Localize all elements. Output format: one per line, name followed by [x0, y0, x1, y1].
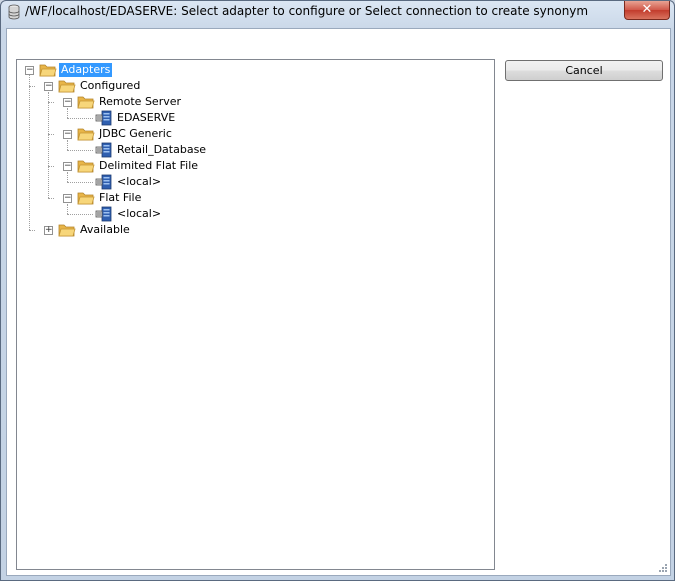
tree-node-label: Flat File — [99, 191, 142, 204]
adapter-tree[interactable]: − Adapters − Configured − Remote Server … — [16, 59, 495, 570]
dialog-window: /WF/localhost/EDASERVE: Select adapter t… — [0, 0, 675, 581]
server-connection-icon — [95, 206, 113, 222]
tree-node-label: Delimited Flat File — [99, 159, 199, 172]
collapse-icon[interactable]: − — [63, 162, 72, 171]
tree-node-label: Configured — [80, 79, 141, 92]
tree-node-configured[interactable]: − Configured — [17, 78, 217, 94]
collapse-icon[interactable]: − — [25, 66, 34, 75]
cancel-button[interactable]: Cancel — [505, 60, 663, 81]
server-connection-icon — [95, 110, 113, 126]
collapse-icon[interactable]: − — [63, 130, 72, 139]
expand-icon[interactable]: + — [44, 226, 53, 235]
database-app-icon — [8, 4, 20, 20]
tree-node-label: Retail_Database — [117, 143, 207, 156]
close-icon: ✕ — [641, 2, 653, 17]
tree-node-label: JDBC Generic — [99, 127, 172, 140]
tree-node-label: <local> — [117, 207, 162, 220]
folder-closed-icon — [58, 222, 76, 238]
tree-node-jdbc-generic[interactable]: − JDBC Generic — [17, 126, 237, 142]
window-title: /WF/localhost/EDASERVE: Select adapter t… — [25, 4, 589, 18]
folder-open-icon — [39, 62, 57, 78]
tree-node-adapters[interactable]: − Adapters — [17, 62, 217, 78]
tree-node-label: <local> — [117, 175, 162, 188]
tree-node-flat-local[interactable]: <local> — [17, 206, 237, 222]
folder-open-icon — [58, 78, 76, 94]
folder-open-icon — [77, 190, 95, 206]
collapse-icon[interactable]: − — [63, 98, 72, 107]
folder-open-icon — [77, 158, 95, 174]
tree-node-retail-database[interactable]: Retail_Database — [17, 142, 237, 158]
title-bar[interactable]: /WF/localhost/EDASERVE: Select adapter t… — [1, 1, 674, 23]
tree-node-available[interactable]: + Available — [17, 222, 217, 238]
tree-node-label: EDASERVE — [117, 111, 176, 124]
server-connection-icon — [95, 174, 113, 190]
collapse-icon[interactable]: − — [44, 82, 53, 91]
tree-node-delimited-local[interactable]: <local> — [17, 174, 237, 190]
tree-node-edaserve[interactable]: EDASERVE — [17, 110, 237, 126]
dialog-client-area: Cancel − Adapters − Configured − Remote … — [6, 28, 671, 576]
folder-open-icon — [77, 94, 95, 110]
tree-node-remote-server[interactable]: − Remote Server — [17, 94, 237, 110]
server-connection-icon — [95, 142, 113, 158]
tree-node-flat-file[interactable]: − Flat File — [17, 190, 237, 206]
tree-node-label: Adapters — [59, 63, 113, 77]
close-button[interactable]: ✕ — [624, 1, 670, 20]
resize-grip-icon[interactable] — [658, 563, 668, 573]
tree-node-delimited-flat-file[interactable]: − Delimited Flat File — [17, 158, 237, 174]
tree-node-label: Available — [80, 223, 130, 236]
collapse-icon[interactable]: − — [63, 194, 72, 203]
tree-node-label: Remote Server — [99, 95, 182, 108]
folder-open-icon — [77, 126, 95, 142]
